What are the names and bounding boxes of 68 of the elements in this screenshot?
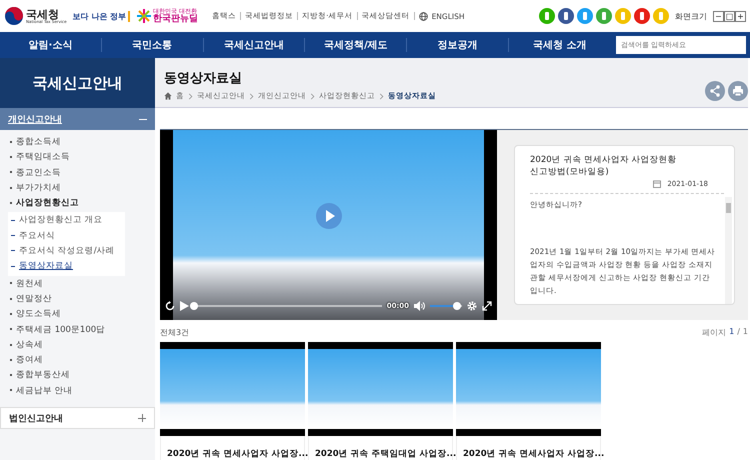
- fullscreen-icon[interactable]: [482, 301, 492, 311]
- sidebar-item[interactable]: 사업장현황신고: [0, 196, 155, 212]
- nav-menu-item[interactable]: 국세신고안내: [202, 38, 304, 52]
- current-page: 1: [729, 326, 734, 338]
- nav-menu-item[interactable]: 국세정책/제도: [304, 38, 406, 52]
- nav-menu-item[interactable]: 정보공개: [406, 38, 508, 52]
- social-share-icon[interactable]: [634, 8, 650, 24]
- calendar-icon: [653, 180, 662, 188]
- globe-icon: [418, 12, 428, 20]
- social-share-icon[interactable]: [558, 8, 574, 24]
- social-share-icon[interactable]: [596, 8, 612, 24]
- page-title: 동영상자료실: [164, 70, 243, 87]
- sidebar-subitem[interactable]: 사업장현황신고 개요: [8, 213, 125, 229]
- sidebar-item[interactable]: 부가가치세: [0, 180, 155, 196]
- font-size-button[interactable]: −: [713, 10, 724, 22]
- video-card-title: 2020년 귀속 주택임대업 사업장...: [308, 436, 453, 460]
- font-size-label: 화면크기: [675, 10, 707, 22]
- sidebar-title: 국세신고안내: [0, 58, 155, 108]
- play-icon[interactable]: [316, 203, 342, 229]
- star-burst-icon: [136, 8, 152, 24]
- page-separator: /: [737, 326, 740, 338]
- sidebar-item[interactable]: 상속세: [0, 338, 155, 354]
- video-card[interactable]: 2020년 귀속 면세사업자 사업장...: [456, 342, 601, 460]
- replay-icon[interactable]: [165, 301, 175, 311]
- sidebar-item[interactable]: 양도소득세: [0, 307, 155, 323]
- nav-menu-item[interactable]: 국민소통: [100, 38, 203, 52]
- sidebar-item[interactable]: 종교인소득: [0, 166, 155, 181]
- sidebar-item[interactable]: 주택세금 100문100답: [0, 322, 155, 338]
- chevron-icon: [249, 92, 254, 100]
- sidebar-item[interactable]: 세금납부 안내: [0, 384, 155, 400]
- video-card[interactable]: 2020년 귀속 면세사업자 사업장...: [160, 342, 305, 460]
- page-label: 페이지: [702, 326, 726, 338]
- sidebar-section[interactable]: 개인신고안내: [0, 108, 155, 130]
- home-icon[interactable]: [164, 92, 172, 100]
- video-card-title: 2020년 귀속 면세사업자 사업장...: [456, 436, 601, 460]
- emblem-icon: [4, 6, 24, 26]
- video-card[interactable]: 2020년 귀속 주택임대업 사업장...: [308, 342, 453, 460]
- sidebar-subitem[interactable]: 주요서식: [8, 228, 125, 244]
- social-share-icon[interactable]: [577, 8, 593, 24]
- newdeal-logo-text: 한국판뉴딜: [153, 14, 198, 24]
- total-count: 전체3건: [160, 326, 190, 338]
- total-pages: 1: [742, 326, 748, 338]
- logo-name[interactable]: 국세청: [26, 8, 67, 20]
- sidebar-subitem[interactable]: 동영상자료실: [8, 259, 125, 275]
- chevron-icon: [310, 92, 315, 100]
- settings-icon[interactable]: [467, 301, 477, 311]
- sidebar-subitem[interactable]: 주요서식 작성요령/사례: [8, 244, 125, 260]
- font-size-button[interactable]: +: [735, 10, 746, 22]
- nav-menu-item[interactable]: 알림·소식: [0, 38, 101, 52]
- sidebar-item[interactable]: 종합부동산세: [0, 368, 155, 384]
- sidebar-item[interactable]: 종합소득세: [0, 135, 155, 150]
- share-icon[interactable]: [705, 81, 725, 101]
- font-size-button[interactable]: □: [724, 10, 735, 22]
- volume-icon[interactable]: [414, 301, 425, 311]
- chevron-icon: [379, 92, 384, 100]
- scrollbar[interactable]: [725, 197, 732, 304]
- video-title: 2020년 귀속 면세사업자 사업장현황신고방법(모바일용): [530, 154, 678, 178]
- sidebar-item[interactable]: 주택임대소득: [0, 150, 155, 166]
- video-card-title: 2020년 귀속 면세사업자 사업장...: [160, 436, 305, 460]
- chevron-icon: [188, 92, 193, 100]
- sidebar-item[interactable]: 연말정산: [0, 292, 155, 308]
- print-icon[interactable]: [728, 81, 748, 101]
- sidebar-item[interactable]: 증여세: [0, 353, 155, 368]
- sidebar-section[interactable]: 법인신고안내: [0, 407, 155, 430]
- government-slogan: 보다 나은 정부: [72, 10, 130, 22]
- play-icon[interactable]: [180, 301, 189, 311]
- nav-menu-item[interactable]: 국세청 소개: [508, 38, 610, 52]
- sidebar-item[interactable]: 원천세: [0, 276, 155, 292]
